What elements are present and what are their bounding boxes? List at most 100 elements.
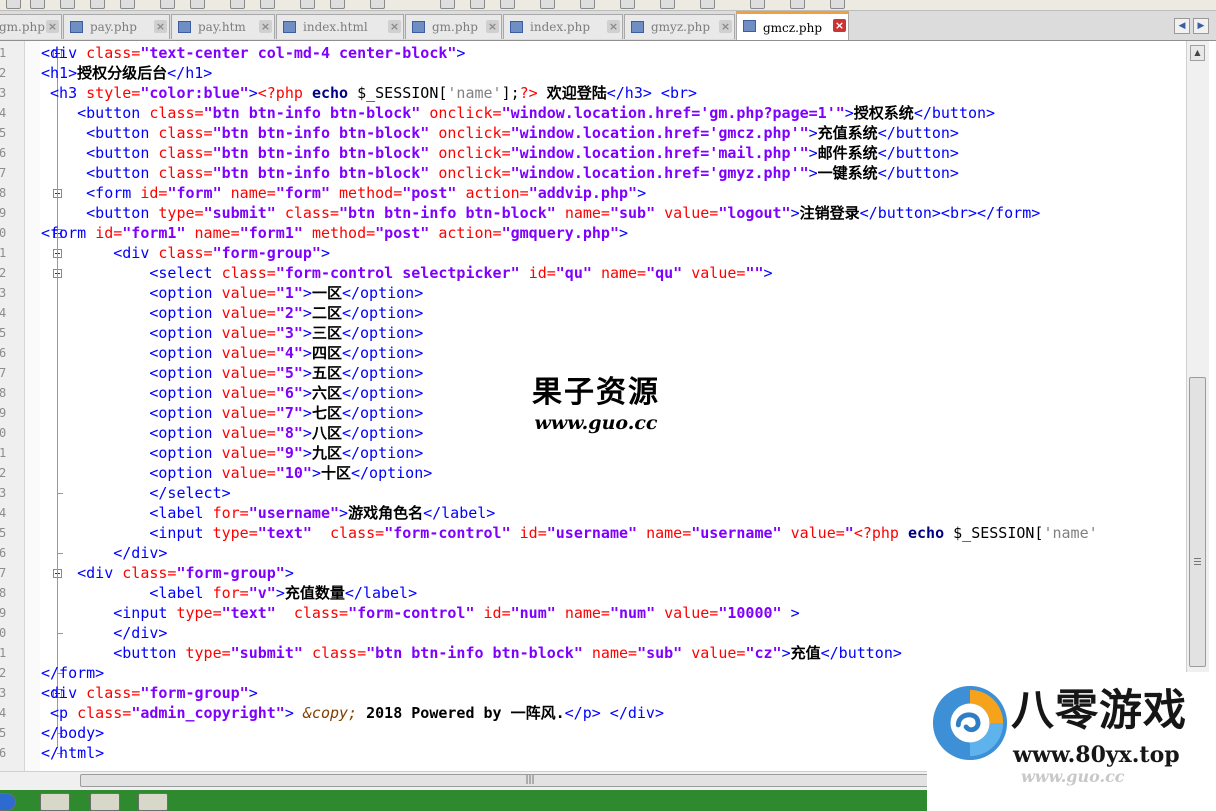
- close-icon[interactable]: ×: [607, 20, 620, 33]
- line-number: 7: [0, 166, 7, 180]
- chevron-left-icon[interactable]: ◀: [1174, 18, 1190, 34]
- line-number: 0: [0, 426, 7, 440]
- line-number: 4: [0, 706, 7, 720]
- code-line[interactable]: <input type="text" class="form-control" …: [41, 523, 1097, 543]
- code-line[interactable]: <option value="4">四区</option>: [41, 343, 423, 363]
- code-token: "form1": [239, 224, 312, 242]
- toolbar-button[interactable]: [230, 0, 245, 9]
- code-line[interactable]: <p class="admin_copyright"> &copy; 2018 …: [41, 703, 664, 723]
- toolbar-button[interactable]: [6, 0, 21, 9]
- code-line[interactable]: <option value="2">二区</option>: [41, 303, 423, 323]
- toolbar-button[interactable]: [90, 0, 105, 9]
- code-line[interactable]: <option value="8">八区</option>: [41, 423, 423, 443]
- close-icon[interactable]: ×: [388, 20, 401, 33]
- code-token: "form-control": [348, 604, 484, 622]
- code-line[interactable]: <button type="submit" class="btn btn-inf…: [41, 203, 1040, 223]
- notepad-icon[interactable]: [138, 793, 168, 811]
- tab-gm-php-2[interactable]: gm.php ×: [405, 14, 502, 39]
- code-line[interactable]: <option value="9">九区</option>: [41, 443, 423, 463]
- file-icon: [70, 21, 83, 33]
- code-line[interactable]: <option value="7">七区</option>: [41, 403, 423, 423]
- toolbar-button[interactable]: [60, 0, 75, 9]
- tab-pay-php[interactable]: pay.php ×: [63, 14, 170, 39]
- close-icon[interactable]: ×: [259, 20, 272, 33]
- tab-index-php[interactable]: index.php ×: [503, 14, 623, 39]
- chevron-right-icon[interactable]: ▶: [1193, 18, 1209, 34]
- toolbar-button[interactable]: [190, 0, 205, 9]
- toolbar-button[interactable]: [470, 0, 485, 9]
- vertical-scroll-thumb[interactable]: [1189, 377, 1206, 667]
- close-icon[interactable]: ×: [46, 20, 59, 33]
- toolbar-button[interactable]: [750, 0, 765, 9]
- code-line[interactable]: <div class="form-group">: [41, 683, 258, 703]
- code-line[interactable]: <button class="btn btn-info btn-block" o…: [41, 123, 959, 143]
- code-line[interactable]: <option value="1">一区</option>: [41, 283, 423, 303]
- folder-icon[interactable]: [40, 793, 70, 811]
- code-token: <button: [77, 104, 150, 122]
- code-line[interactable]: <button type="submit" class="btn btn-inf…: [41, 643, 902, 663]
- code-line[interactable]: <option value="3">三区</option>: [41, 323, 423, 343]
- code-line[interactable]: </div>: [41, 543, 167, 563]
- code-line[interactable]: <form id="form" name="form" method="post…: [41, 183, 646, 203]
- app-icon[interactable]: [90, 793, 120, 811]
- close-icon[interactable]: ×: [719, 20, 732, 33]
- close-icon[interactable]: ×: [833, 19, 846, 32]
- arrow-up-icon[interactable]: ▲: [1190, 45, 1205, 61]
- code-line[interactable]: <div class="form-group">: [41, 563, 294, 583]
- code-line[interactable]: </div>: [41, 623, 167, 643]
- code-token: ];: [501, 84, 520, 102]
- code-line[interactable]: <div class="text-center col-md-4 center-…: [41, 43, 465, 63]
- code-line[interactable]: <option value="10">十区</option>: [41, 463, 432, 483]
- code-line[interactable]: </select>: [41, 483, 230, 503]
- code-line[interactable]: <select class="form-control selectpicker…: [41, 263, 772, 283]
- toolbar-button[interactable]: [30, 0, 45, 9]
- code-line[interactable]: </form>: [41, 663, 104, 683]
- close-icon[interactable]: ×: [154, 20, 167, 33]
- code-line[interactable]: <button class="btn btn-info btn-block" o…: [41, 163, 959, 183]
- toolbar-button[interactable]: [660, 0, 675, 9]
- code-token: 游戏角色名: [348, 504, 424, 522]
- vertical-scrollbar[interactable]: ▲: [1186, 41, 1209, 771]
- toolbar-button[interactable]: [790, 0, 805, 9]
- toolbar-button[interactable]: [830, 0, 845, 9]
- tab-gmyz-php[interactable]: gmyz.php ×: [624, 14, 735, 39]
- toolbar-button[interactable]: [540, 0, 555, 9]
- code-line[interactable]: <label for="username">游戏角色名</label>: [41, 503, 495, 523]
- tab-index-html[interactable]: index.html ×: [276, 14, 404, 39]
- code-token: action=: [465, 184, 529, 202]
- toolbar-button[interactable]: [370, 0, 385, 9]
- start-icon[interactable]: [0, 793, 16, 811]
- tab-gmcz-php[interactable]: gmcz.php ×: [736, 11, 849, 40]
- code-line[interactable]: <option value="5">五区</option>: [41, 363, 423, 383]
- code-token: name=: [230, 184, 276, 202]
- toolbar-button[interactable]: [120, 0, 135, 9]
- code-token: >: [284, 704, 303, 722]
- code-line[interactable]: </html>: [41, 743, 104, 763]
- toolbar-button[interactable]: [700, 0, 715, 9]
- toolbar-button[interactable]: [440, 0, 455, 9]
- code-line[interactable]: <div class="form-group">: [41, 243, 330, 263]
- tab-pay-htm[interactable]: pay.htm ×: [171, 14, 275, 39]
- toolbar-button[interactable]: [260, 0, 275, 9]
- code-line[interactable]: <label for="v">充值数量</label>: [41, 583, 417, 603]
- toolbar-button[interactable]: [580, 0, 595, 9]
- code-line[interactable]: <option value="6">六区</option>: [41, 383, 423, 403]
- code-line[interactable]: <h3 style="color:blue"><?php echo $_SESS…: [41, 83, 697, 103]
- code-line[interactable]: <form id="form1" name="form1" method="po…: [41, 223, 628, 243]
- tab-gm-php[interactable]: × gm.php: [0, 14, 62, 39]
- toolbar-button[interactable]: [500, 0, 515, 9]
- toolbar-button[interactable]: [330, 0, 345, 9]
- code-line[interactable]: <button class="btn btn-info btn-block" o…: [41, 103, 995, 123]
- code-token: >: [808, 124, 818, 142]
- code-token: "btn btn-info btn-block": [212, 144, 439, 162]
- code-line[interactable]: <input type="text" class="form-control" …: [41, 603, 799, 623]
- toolbar-button[interactable]: [620, 0, 635, 9]
- toolbar-button[interactable]: [160, 0, 175, 9]
- code-line[interactable]: </body>: [41, 723, 104, 743]
- code-line[interactable]: <button class="btn btn-info btn-block" o…: [41, 143, 959, 163]
- toolbar-button[interactable]: [300, 0, 315, 9]
- close-icon[interactable]: ×: [486, 20, 499, 33]
- horizontal-scroll-thumb[interactable]: |||: [80, 774, 980, 787]
- code-line[interactable]: <h1>授权分级后台</h1>: [41, 63, 212, 83]
